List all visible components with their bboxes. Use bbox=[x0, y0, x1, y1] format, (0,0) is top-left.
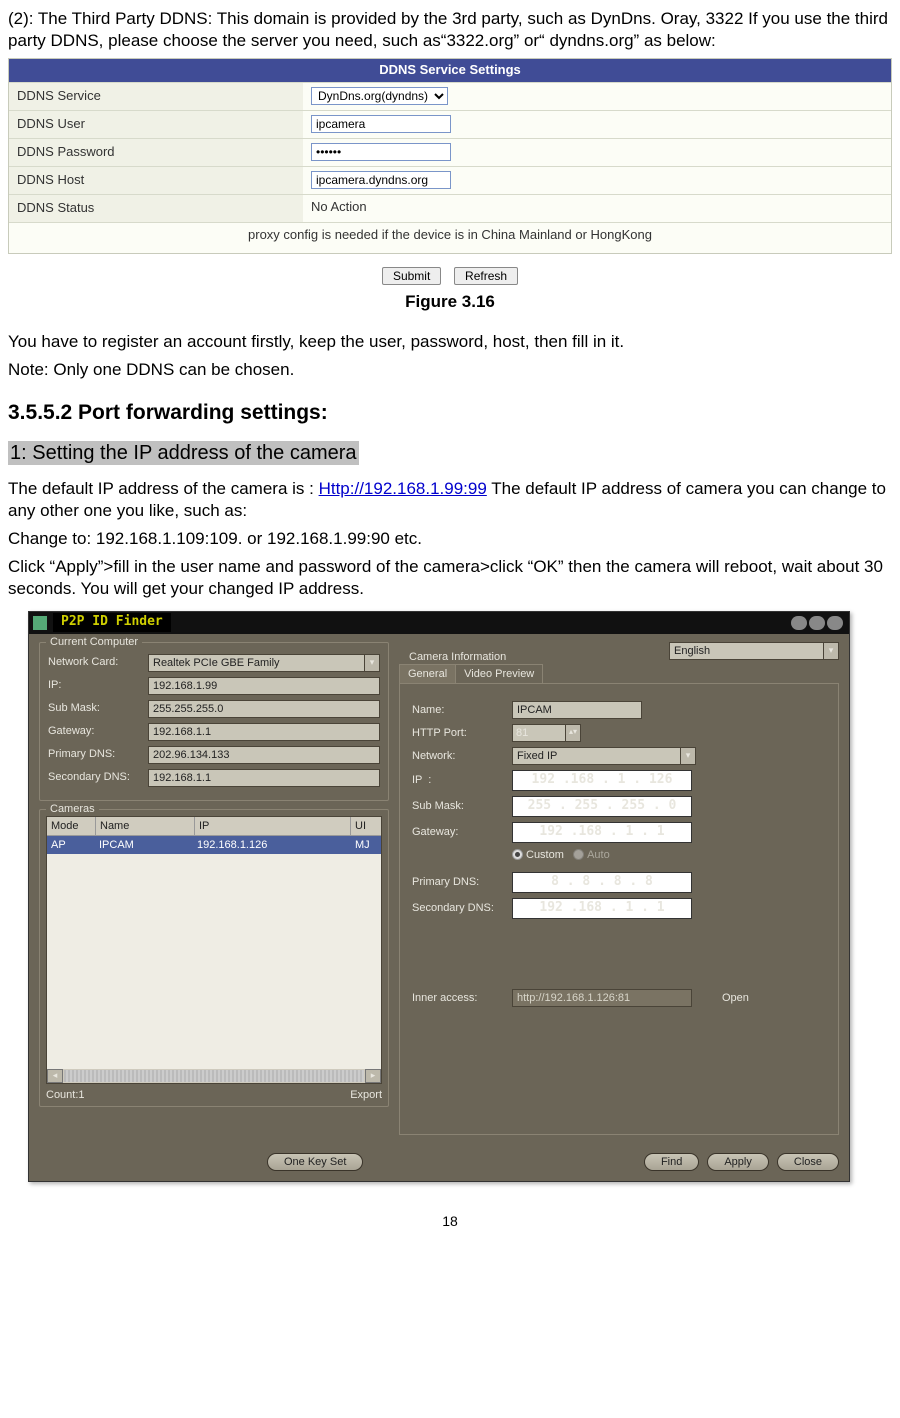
submit-button[interactable]: Submit bbox=[382, 267, 441, 285]
ddns-settings-panel: DDNS Service Settings DDNS Service DynDn… bbox=[8, 58, 892, 254]
cam-sdns-label: Secondary DNS: bbox=[412, 901, 512, 915]
pc-submask-label: Sub Mask: bbox=[48, 701, 148, 715]
netcard-label: Network Card: bbox=[48, 655, 148, 669]
scroll-right-icon[interactable]: ▸ bbox=[365, 1069, 381, 1083]
cam-pdns-label: Primary DNS: bbox=[412, 875, 512, 889]
camera-info-legend: Camera Information bbox=[405, 650, 510, 664]
current-computer-legend: Current Computer bbox=[46, 635, 142, 649]
dns-radio-group: Custom Auto bbox=[512, 848, 826, 862]
horizontal-scrollbar[interactable]: ◂ ▸ bbox=[47, 1069, 381, 1083]
camera-row-selected[interactable]: AP IPCAM 192.168.1.126 MJ bbox=[47, 836, 381, 854]
page-number: 18 bbox=[8, 1212, 892, 1230]
cam-submask-label: Sub Mask: bbox=[412, 799, 512, 813]
camera-count: Count:1 bbox=[46, 1088, 85, 1102]
language-select[interactable]: English bbox=[669, 642, 824, 660]
ddns-password-label: DDNS Password bbox=[9, 139, 303, 166]
camera-info-group: Camera Information General Video Preview… bbox=[399, 664, 839, 1135]
ddns-status-label: DDNS Status bbox=[9, 195, 303, 222]
cam-gateway-label: Gateway: bbox=[412, 825, 512, 839]
cameras-group: Cameras Mode Name IP UI AP IPCAM 192.168… bbox=[39, 809, 389, 1107]
ddns-password-input[interactable] bbox=[311, 143, 451, 161]
chevron-down-icon[interactable]: ▾ bbox=[681, 747, 696, 765]
minimize-icon[interactable] bbox=[791, 616, 807, 630]
port-spinner-icon[interactable]: ▴▾ bbox=[566, 724, 581, 742]
default-ip-link[interactable]: Http://192.168.1.99:99 bbox=[319, 479, 487, 498]
cam-submask-input[interactable]: 255 . 255 . 255 . 0 bbox=[512, 796, 692, 817]
chevron-down-icon[interactable]: ▾ bbox=[365, 654, 380, 672]
camera-list-header: Mode Name IP UI bbox=[47, 817, 381, 836]
col-mode[interactable]: Mode bbox=[47, 817, 96, 835]
http-port-input[interactable]: 81 bbox=[512, 724, 566, 742]
ddns-title: DDNS Service Settings bbox=[9, 59, 891, 82]
network-mode-label: Network: bbox=[412, 749, 512, 763]
apply-button[interactable]: Apply bbox=[707, 1153, 769, 1171]
col-ui[interactable]: UI bbox=[351, 817, 381, 835]
ddns-host-input[interactable] bbox=[311, 171, 451, 189]
ddns-status-value: No Action bbox=[303, 195, 891, 222]
register-note: You have to register an account firstly,… bbox=[8, 331, 892, 353]
http-port-label: HTTP Port: bbox=[412, 726, 512, 740]
pc-pdns-label: Primary DNS: bbox=[48, 747, 148, 761]
pc-ip-input[interactable]: 192.168.1.99 bbox=[148, 677, 380, 695]
ddns-user-input[interactable] bbox=[311, 115, 451, 133]
pc-sdns-input[interactable]: 192.168.1.1 bbox=[148, 769, 380, 787]
pc-gateway-input[interactable]: 192.168.1.1 bbox=[148, 723, 380, 741]
close-button[interactable]: Close bbox=[777, 1153, 839, 1171]
network-mode-select[interactable]: Fixed IP bbox=[512, 747, 681, 765]
ddns-user-label: DDNS User bbox=[9, 111, 303, 138]
tab-video-preview[interactable]: Video Preview bbox=[455, 664, 543, 683]
window-title: P2P ID Finder bbox=[53, 613, 171, 632]
netcard-select[interactable]: Realtek PCIe GBE Family bbox=[148, 654, 365, 672]
pc-pdns-input[interactable]: 202.96.134.133 bbox=[148, 746, 380, 764]
one-key-set-button[interactable]: One Key Set bbox=[267, 1153, 363, 1171]
inner-access-input[interactable]: http://192.168.1.126:81 bbox=[512, 989, 692, 1007]
inner-access-label: Inner access: bbox=[412, 991, 512, 1005]
col-name[interactable]: Name bbox=[96, 817, 195, 835]
scroll-track[interactable] bbox=[64, 1070, 364, 1082]
cam-name-label: Name: bbox=[412, 703, 512, 717]
find-button[interactable]: Find bbox=[644, 1153, 699, 1171]
close-icon[interactable] bbox=[827, 616, 843, 630]
ddns-host-label: DDNS Host bbox=[9, 167, 303, 194]
intro-paragraph: (2): The Third Party DDNS: This domain i… bbox=[8, 8, 892, 52]
refresh-button[interactable]: Refresh bbox=[454, 267, 518, 285]
cam-pdns-input[interactable]: 8 . 8 . 8 . 8 bbox=[512, 872, 692, 893]
cam-ip-input[interactable]: 192 .168 . 1 . 126 bbox=[512, 770, 692, 791]
radio-auto[interactable]: Auto bbox=[573, 848, 610, 862]
pc-sdns-label: Secondary DNS: bbox=[48, 770, 148, 784]
chevron-down-icon[interactable]: ▾ bbox=[824, 642, 839, 660]
maximize-icon[interactable] bbox=[809, 616, 825, 630]
subsection-heading: 1: Setting the IP address of the camera bbox=[8, 441, 359, 465]
figure-caption: Figure 3.16 bbox=[8, 291, 892, 313]
pc-gateway-label: Gateway: bbox=[48, 724, 148, 738]
current-computer-group: Current Computer Network Card: Realtek P… bbox=[39, 642, 389, 801]
tab-general[interactable]: General bbox=[399, 664, 456, 683]
col-ip[interactable]: IP bbox=[195, 817, 351, 835]
p2p-finder-window: P2P ID Finder Current Computer Network C… bbox=[28, 611, 850, 1182]
cam-name-input[interactable]: IPCAM bbox=[512, 701, 642, 719]
scroll-left-icon[interactable]: ◂ bbox=[47, 1069, 63, 1083]
ddns-service-label: DDNS Service bbox=[9, 83, 303, 110]
apply-instructions: Click “Apply”>fill in the user name and … bbox=[8, 556, 892, 600]
titlebar: P2P ID Finder bbox=[29, 612, 849, 634]
ddns-proxy-note: proxy config is needed if the device is … bbox=[9, 222, 891, 254]
camera-list[interactable]: Mode Name IP UI AP IPCAM 192.168.1.126 M… bbox=[46, 816, 382, 1084]
cam-gateway-input[interactable]: 192 .168 . 1 . 1 bbox=[512, 822, 692, 843]
general-tab-panel: Name:IPCAM HTTP Port:81▴▾ Network:Fixed … bbox=[399, 683, 839, 1135]
cameras-legend: Cameras bbox=[46, 802, 99, 816]
app-icon bbox=[33, 616, 47, 630]
cam-ip-label: IP : bbox=[412, 773, 512, 787]
ddns-service-select[interactable]: DynDns.org(dyndns) bbox=[311, 87, 448, 105]
cam-sdns-input[interactable]: 192 .168 . 1 . 1 bbox=[512, 898, 692, 919]
pc-ip-label: IP: bbox=[48, 678, 148, 692]
ddns-single-note: Note: Only one DDNS can be chosen. bbox=[8, 359, 892, 381]
open-link[interactable]: Open bbox=[722, 991, 749, 1005]
ip-paragraph: The default IP address of the camera is … bbox=[8, 478, 892, 522]
radio-custom[interactable]: Custom bbox=[512, 848, 564, 862]
pc-submask-input[interactable]: 255.255.255.0 bbox=[148, 700, 380, 718]
export-link[interactable]: Export bbox=[350, 1088, 382, 1102]
section-heading-portforward: 3.5.5.2 Port forwarding settings: bbox=[8, 399, 892, 426]
change-ip-line: Change to: 192.168.1.109:109. or 192.168… bbox=[8, 528, 892, 550]
